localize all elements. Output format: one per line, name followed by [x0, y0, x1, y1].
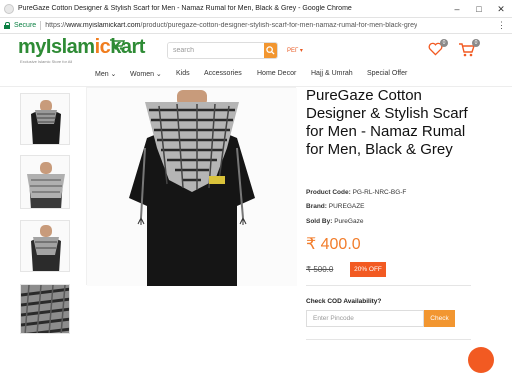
main-product-image[interactable] [86, 87, 297, 286]
search-icon [266, 46, 275, 55]
thumbnail-image [21, 94, 69, 144]
cart-button[interactable]: 0 [458, 39, 480, 62]
nav-special-offer[interactable]: Special Offer [367, 70, 407, 77]
search-input[interactable] [168, 43, 264, 58]
maximize-button[interactable]: □ [468, 0, 490, 18]
thumbnail-image [21, 156, 69, 208]
minimize-button[interactable]: – [446, 0, 468, 18]
secure-label: Secure [14, 22, 37, 29]
window-titlebar: PureGaze Cotton Designer & Stylish Scarf… [0, 0, 512, 18]
url-path: /product/puregaze-cotton-designer-stylis… [140, 22, 418, 29]
floating-action-button[interactable] [468, 347, 494, 373]
thumbnail-image [21, 285, 69, 333]
logo-cart-icon [110, 39, 125, 50]
url-prefix: https:// [45, 22, 67, 29]
search-button[interactable] [264, 43, 277, 58]
chrome-icon [4, 3, 14, 14]
nav-kids[interactable]: Kids [176, 70, 190, 77]
cod-label: Check COD Availability? [306, 298, 382, 305]
address-divider [40, 21, 42, 30]
product-brand: Brand: PUREGAZE [306, 203, 365, 210]
language-selector[interactable]: РЕГ ▾ [287, 47, 303, 54]
url-host: www.myislamickart.com [66, 22, 141, 29]
product-code: Product Code: PG-RL-NRC-BG-F [306, 189, 407, 196]
logo-tagline: Exclusive Islamic Store for All [20, 59, 73, 64]
nav-home-decor[interactable]: Home Decor [257, 70, 296, 77]
url-text[interactable]: https://www.myislamickart.com/product/pu… [45, 22, 417, 29]
nav-accessories[interactable]: Accessories [204, 70, 242, 77]
cart-count-badge: 0 [472, 39, 480, 47]
pincode-input[interactable] [306, 310, 424, 327]
divider [306, 339, 471, 340]
wishlist-button[interactable]: 0 [428, 39, 448, 61]
sold-by: Sold By: PureGaze [306, 218, 364, 225]
discount-badge: 20% OFF [350, 262, 386, 277]
lock-icon [4, 21, 11, 30]
browser-menu-icon[interactable]: ⋮ [497, 20, 506, 31]
thumbnail-image [21, 221, 69, 271]
original-price: ₹ 500.0 [306, 265, 334, 274]
window-controls: – □ ✕ [446, 0, 512, 18]
address-bar[interactable]: Secure https://www.myislamickart.com/pro… [0, 18, 512, 34]
thumbnail-2[interactable] [20, 155, 70, 209]
nav-women[interactable]: Women ⌄ [130, 70, 162, 78]
logo-wordmark: myIslamickart [18, 36, 145, 58]
thumbnail-3[interactable] [20, 220, 70, 272]
main-nav: Men ⌄ Women ⌄ Kids Accessories Home Deco… [0, 68, 512, 82]
thumbnail-1[interactable] [20, 93, 70, 145]
close-button[interactable]: ✕ [490, 0, 512, 18]
check-button[interactable]: Check [424, 310, 455, 327]
wishlist-count-badge: 0 [440, 39, 448, 47]
search-box [167, 42, 278, 59]
window-title: PureGaze Cotton Designer & Stylish Scarf… [18, 5, 352, 12]
site-header: myIslamickart Exclusive Islamic Store fo… [0, 34, 512, 68]
seller-link[interactable]: PureGaze [334, 218, 363, 225]
current-price: ₹ 400.0 [306, 236, 361, 253]
product-photo [87, 88, 297, 286]
nav-men[interactable]: Men ⌄ [95, 70, 116, 78]
thumbnail-4[interactable] [20, 284, 70, 334]
nav-hajj-umrah[interactable]: Hajj & Umrah [311, 70, 353, 77]
product-title: PureGaze Cotton Designer & Stylish Scarf… [306, 87, 468, 158]
divider [306, 285, 471, 286]
site-logo[interactable]: myIslamickart Exclusive Islamic Store fo… [18, 36, 158, 66]
